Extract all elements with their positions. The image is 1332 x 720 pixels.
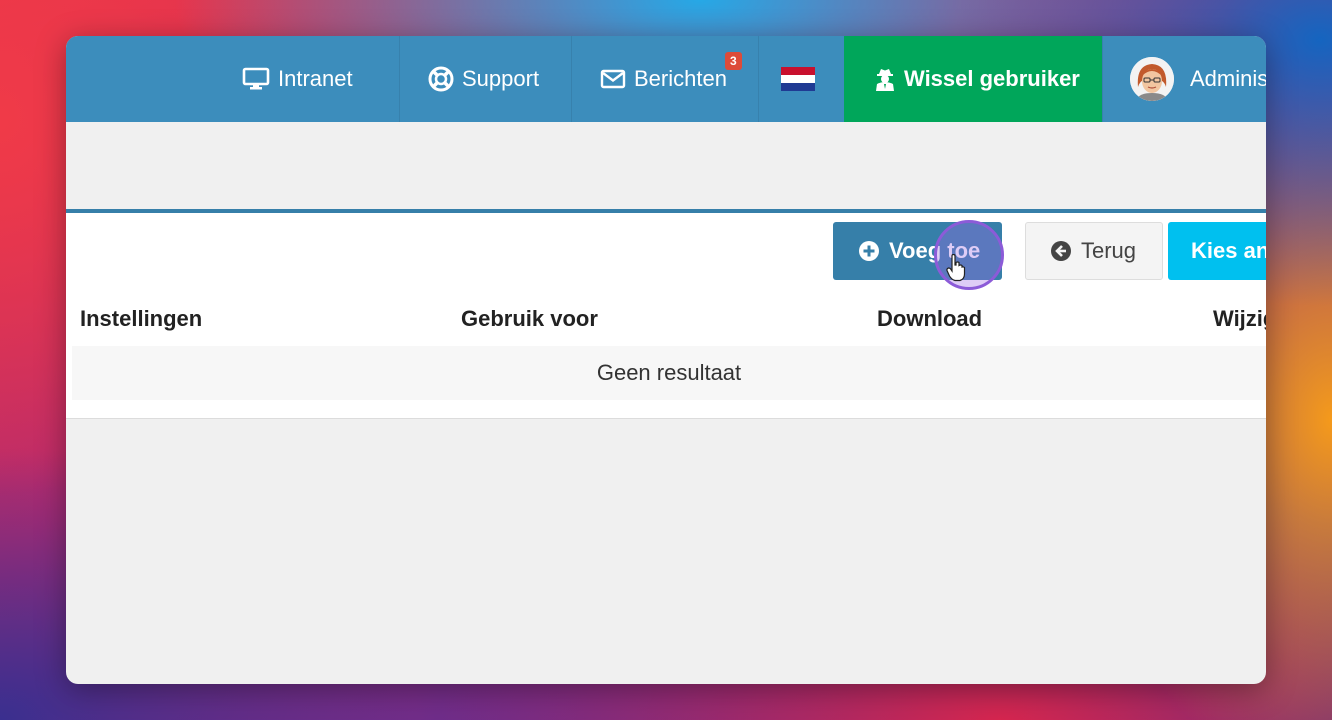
- user-avatar: [1130, 57, 1174, 101]
- language-selector[interactable]: [758, 36, 844, 122]
- back-button-label: Terug: [1081, 238, 1137, 263]
- avatar-image: [1130, 57, 1174, 101]
- plus-circle-icon: [859, 241, 879, 261]
- nav-intranet-label: Intranet: [278, 66, 353, 91]
- nav-support-label: Support: [462, 66, 540, 91]
- switch-user-button[interactable]: Wissel gebruiker: [844, 36, 1102, 122]
- column-header-gebruik-voor: Gebruik voor: [461, 306, 598, 331]
- messages-count-badge: 3: [725, 52, 742, 70]
- nav-support[interactable]: Support: [399, 36, 571, 122]
- flag-netherlands-icon: [780, 67, 815, 91]
- table-empty-row: Geen resultaat: [72, 346, 1266, 400]
- click-highlight-ring: [934, 220, 1004, 290]
- column-header-download: Download: [877, 306, 983, 331]
- user-name-label: Administrator: [1190, 66, 1266, 91]
- nav-intranet[interactable]: Intranet: [226, 36, 399, 122]
- back-button[interactable]: Terug: [1025, 222, 1163, 280]
- envelope-icon: [600, 69, 626, 89]
- choose-other-button-label: Kies andere: [1191, 238, 1266, 263]
- switch-user-label: Wissel gebruiker: [904, 66, 1080, 91]
- nav-berichten-label: Berichten: [634, 66, 727, 91]
- lifebuoy-icon: [428, 66, 454, 92]
- arrow-circle-left-icon: [1051, 241, 1071, 261]
- user-secret-icon: [876, 69, 894, 91]
- browser-window: Intranet Support Berichten 3 Wissel gebr…: [66, 36, 1266, 684]
- top-navbar: Intranet Support Berichten 3 Wissel gebr…: [66, 36, 1266, 122]
- choose-other-button[interactable]: Kies andere: [1168, 222, 1266, 280]
- user-menu[interactable]: Administrator: [1102, 36, 1266, 122]
- nav-berichten[interactable]: Berichten 3: [571, 36, 758, 122]
- empty-state-text: Geen resultaat: [596, 360, 742, 385]
- monitor-icon: [242, 67, 270, 90]
- column-header-wijzigen: Wijzigen: [1213, 306, 1266, 331]
- column-header-instellingen: Instellingen: [80, 306, 203, 331]
- content-box: Voeg toe Terug Kies andere Instellingen …: [66, 209, 1266, 419]
- hand-pointer-icon: [946, 254, 966, 282]
- content-header: [66, 122, 1266, 209]
